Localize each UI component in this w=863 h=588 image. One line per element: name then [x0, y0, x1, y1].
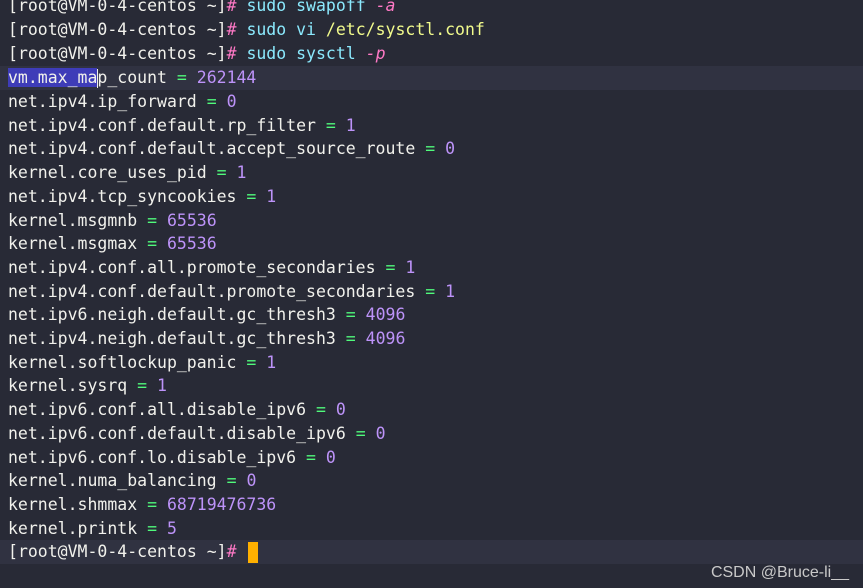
command-text: sudo swapoff — [246, 0, 366, 15]
output-value: 5 — [166, 518, 177, 538]
output-value: 68719476736 — [166, 494, 277, 514]
output-key: kernel.numa_balancing — [8, 471, 217, 491]
output-value: 1 — [266, 352, 277, 372]
output-value: 1 — [445, 281, 456, 301]
output-value: 4096 — [365, 329, 406, 348]
output-line-selected[interactable]: vm.max_map_count = 262144 — [0, 66, 863, 90]
output-value: 1 — [236, 163, 247, 183]
output-key: kernel.core_uses_pid — [8, 163, 207, 183]
output-value: 1 — [157, 376, 167, 396]
command-line: [root@VM-0-4-centos ~]# sudo swapoff -a — [8, 0, 395, 18]
output-key: kernel.shmmax — [8, 494, 138, 514]
command-text: sudo vi — [246, 20, 316, 39]
output-key: net.ipv4.ip_forward — [8, 92, 197, 111]
command-flag: -a — [375, 0, 396, 15]
prompt-symbol: # — [226, 542, 237, 561]
prompt-symbol: # — [226, 20, 237, 39]
output-line: net.ipv4.ip_forward = 0 — [8, 92, 237, 111]
output-line: net.ipv6.conf.all.disable_ipv6 = 0 — [8, 400, 346, 420]
watermark: CSDN @Bruce-li__ — [710, 564, 849, 581]
output-line: kernel.numa_balancing = 0 — [8, 471, 257, 491]
output-value: 65536 — [166, 210, 217, 230]
output-key: kernel.sysrq — [8, 376, 128, 396]
output-key: kernel.printk — [8, 518, 138, 538]
prompt-user-host: root@VM-0-4-centos — [17, 0, 197, 15]
prompt-cwd: ~ — [206, 44, 217, 63]
command-path: /etc/sysctl.conf — [325, 20, 485, 39]
output-line: kernel.sysrq = 1 — [8, 376, 167, 396]
prompt-symbol: # — [226, 0, 237, 15]
output-value: 0 — [335, 400, 346, 420]
output-key: kernel.msgmnb — [8, 210, 138, 230]
output-line: kernel.printk = 5 — [8, 518, 177, 538]
output-line: net.ipv4.conf.default.promote_secondarie… — [8, 281, 456, 301]
output-line: net.ipv6.conf.default.disable_ipv6 = 0 — [8, 423, 386, 443]
output-value: 0 — [445, 139, 456, 159]
prompt-user-host: root@VM-0-4-centos — [17, 20, 197, 39]
output-line: net.ipv4.conf.default.rp_filter = 1 — [8, 115, 356, 135]
output-line: net.ipv6.conf.lo.disable_ipv6 = 0 — [8, 447, 336, 467]
output-line: net.ipv4.conf.default.accept_source_rout… — [8, 139, 456, 159]
output-key: kernel.softlockup_panic — [8, 352, 237, 372]
terminal-cursor[interactable] — [248, 542, 259, 563]
output-key: net.ipv4.tcp_syncookies — [8, 186, 237, 206]
command-flag: -p — [365, 44, 386, 63]
output-line: net.ipv6.neigh.default.gc_thresh3 = 4096 — [8, 305, 406, 325]
output-value: 0 — [325, 447, 336, 467]
output-line: net.ipv4.conf.all.promote_secondaries = … — [8, 257, 416, 277]
prompt-user-host: root@VM-0-4-centos — [17, 542, 197, 561]
command-line: [root@VM-0-4-centos ~]# sudo vi /etc/sys… — [8, 20, 485, 39]
prompt-cwd: ~ — [206, 20, 217, 39]
output-value: 1 — [405, 257, 416, 277]
prompt-cwd: ~ — [206, 0, 217, 15]
output-line: kernel.shmmax = 68719476736 — [8, 494, 277, 514]
output-key: net.ipv4.conf.default.accept_source_rout… — [8, 139, 416, 159]
output-key: net.ipv6.conf.default.disable_ipv6 — [8, 423, 346, 443]
output-value: 4096 — [365, 305, 406, 325]
output-key: net.ipv6.conf.lo.disable_ipv6 — [8, 447, 297, 467]
output-value: 1 — [345, 115, 356, 135]
output-key-rest: p_count — [97, 68, 167, 87]
output-value: 1 — [266, 186, 277, 206]
output-key: net.ipv4.conf.default.promote_secondarie… — [8, 281, 416, 301]
output-value: 65536 — [166, 234, 217, 254]
output-value: 262144 — [196, 68, 257, 87]
output-line: kernel.core_uses_pid = 1 — [8, 163, 247, 183]
output-key: net.ipv6.neigh.default.gc_thresh3 — [8, 305, 336, 325]
prompt-cwd: ~ — [206, 542, 217, 561]
output-key: net.ipv4.conf.all.promote_secondaries — [8, 257, 376, 277]
command-line: [root@VM-0-4-centos ~]# sudo sysctl -p — [8, 44, 386, 63]
terminal-window[interactable]: [root@VM-0-4-centos ~]# sudo swapoff -a … — [0, 0, 863, 588]
output-line: kernel.msgmnb = 65536 — [8, 210, 217, 230]
output-key: kernel.msgmax — [8, 234, 138, 254]
command-text: sudo sysctl — [246, 44, 356, 63]
selected-text[interactable]: vm.max_ma — [8, 68, 98, 87]
output-line: kernel.msgmax = 65536 — [8, 234, 217, 254]
output-value: 0 — [226, 92, 237, 111]
output-line: net.ipv4.tcp_syncookies = 1 — [8, 186, 277, 206]
output-line: kernel.softlockup_panic = 1 — [8, 352, 277, 372]
output-line: net.ipv4.neigh.default.gc_thresh3 = 4096 — [8, 329, 406, 348]
output-value: 0 — [375, 423, 386, 443]
output-key: net.ipv6.conf.all.disable_ipv6 — [8, 400, 307, 420]
prompt-symbol: # — [226, 44, 237, 63]
output-value: 0 — [246, 471, 257, 491]
current-prompt-line[interactable]: [root@VM-0-4-centos ~]# — [0, 540, 863, 564]
output-key: net.ipv4.neigh.default.gc_thresh3 — [8, 329, 336, 348]
prompt-user-host: root@VM-0-4-centos — [17, 44, 197, 63]
output-key: net.ipv4.conf.default.rp_filter — [8, 115, 316, 135]
